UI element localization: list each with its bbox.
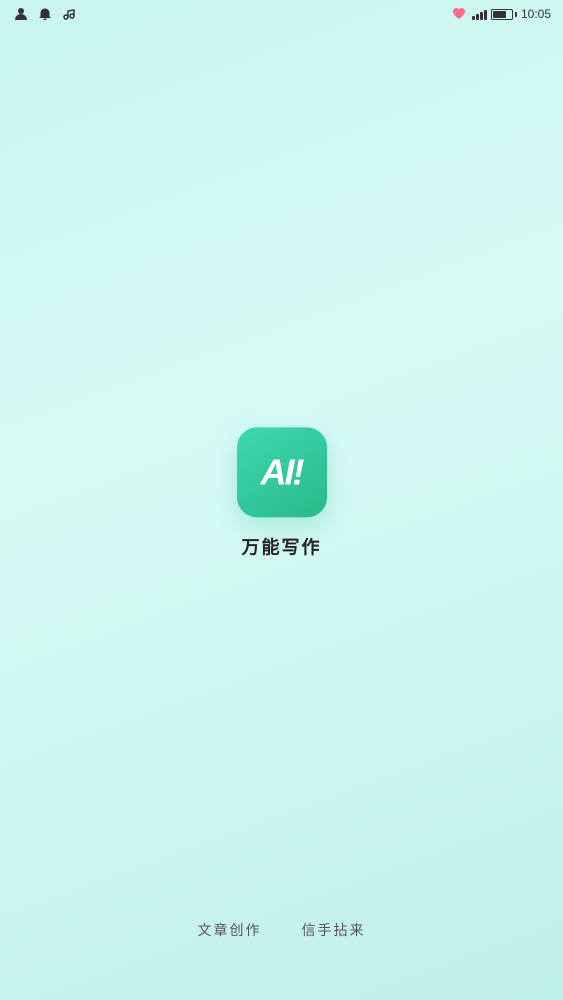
app-name: 万能写作 [242,533,322,559]
bottom-nav-item-article[interactable]: 文章创作 [198,920,262,940]
heart-icon [450,5,468,23]
time-display: 10:05 [521,7,551,21]
status-bar-left [12,5,78,23]
status-bar-right: 10:05 [450,5,551,23]
notification-icon [36,5,54,23]
battery-icon [491,9,517,20]
app-icon-text: AI! [261,451,303,493]
status-bar: 10:05 [0,0,563,28]
bottom-nav-item-creative[interactable]: 信手拈来 [302,920,366,940]
app-icon: AI! [237,427,327,517]
app-splash-center: AI! 万能写作 [237,427,327,559]
bottom-nav: 文章创作 信手拈来 [0,920,563,940]
signal-icon [472,8,487,20]
music-icon [60,5,78,23]
person-icon [12,5,30,23]
